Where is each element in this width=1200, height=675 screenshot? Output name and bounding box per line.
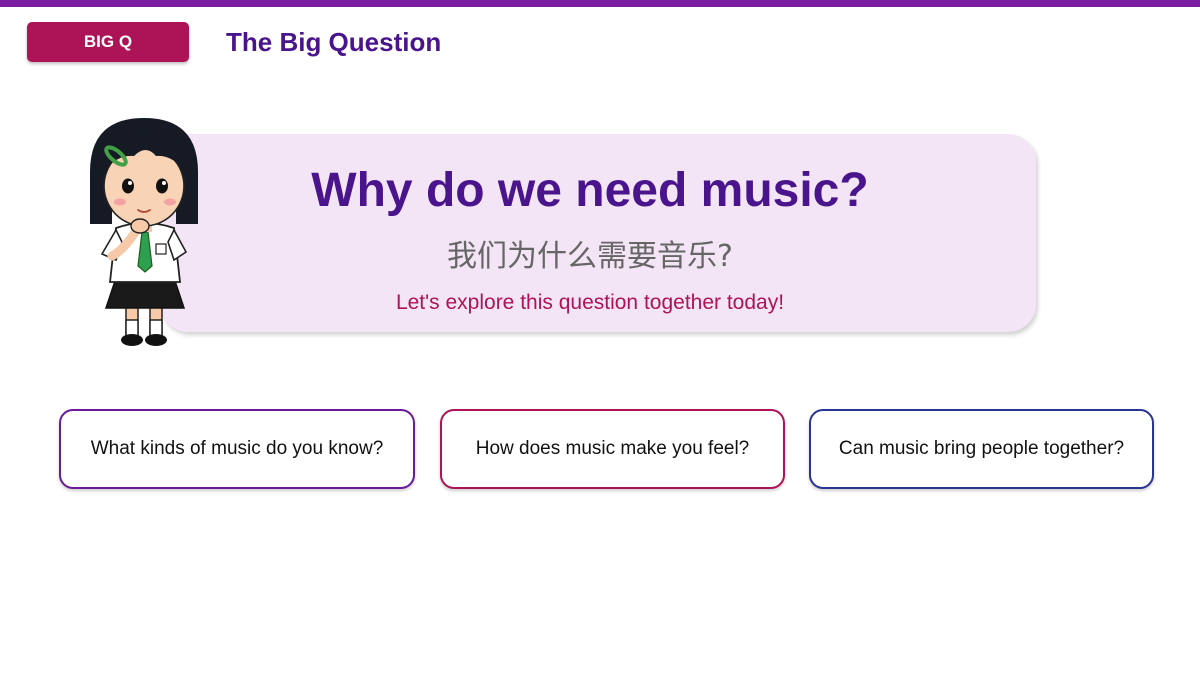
hero-title: Why do we need music?	[311, 164, 869, 217]
hero-subtitle: 我们为什么需要音乐?	[447, 239, 733, 274]
big-q-badge: BIG Q	[27, 22, 189, 62]
thinking-girl-icon	[90, 118, 198, 346]
top-accent-bar	[0, 0, 1200, 7]
page-title: The Big Question	[226, 27, 442, 57]
question-card-music-kinds: What kinds of music do you know?	[59, 409, 415, 489]
question-card-music-together: Can music bring people together?	[809, 409, 1154, 489]
hero-tagline: Let's explore this question together tod…	[395, 291, 785, 314]
question-card-music-feelings: How does music make you feel?	[440, 409, 785, 489]
slide: BIG Q The Big Question Why do we need mu…	[0, 0, 1200, 675]
